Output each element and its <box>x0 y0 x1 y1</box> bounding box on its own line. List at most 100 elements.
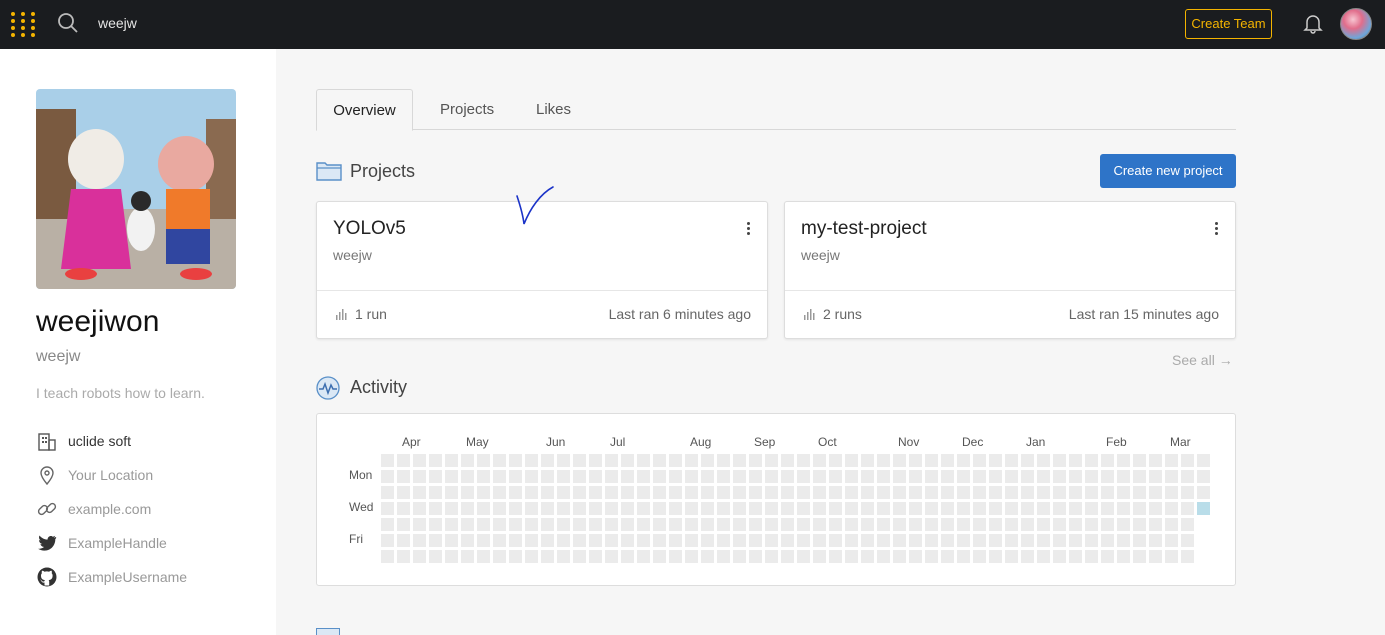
activity-cell <box>1037 534 1050 547</box>
activity-cell <box>653 550 666 563</box>
next-section-icon <box>316 628 340 635</box>
see-all-projects-link[interactable]: See all → <box>1172 352 1233 368</box>
project-runs: 2 runs <box>803 306 862 322</box>
activity-cell <box>1021 534 1034 547</box>
profile-website-row[interactable]: example.com <box>36 497 151 521</box>
activity-cell <box>845 486 858 499</box>
activity-cell <box>653 486 666 499</box>
activity-cell <box>845 454 858 467</box>
profile-website-link[interactable]: example.com <box>68 501 151 517</box>
activity-cell <box>781 534 794 547</box>
activity-cell <box>1053 502 1066 515</box>
kebab-menu-icon[interactable] <box>1213 222 1219 238</box>
activity-cell <box>989 534 1002 547</box>
activity-cell <box>1037 550 1050 563</box>
activity-cell <box>493 454 506 467</box>
activity-cell <box>733 470 746 483</box>
activity-cell <box>861 550 874 563</box>
activity-cell <box>605 518 618 531</box>
activity-cell <box>445 470 458 483</box>
user-avatar[interactable] <box>1340 8 1372 40</box>
activity-cell <box>765 486 778 499</box>
activity-cell <box>1149 486 1162 499</box>
activity-cell <box>685 550 698 563</box>
profile-twitter-row[interactable]: ExampleHandle <box>36 531 167 555</box>
activity-cell <box>1021 454 1034 467</box>
activity-cell <box>1101 454 1114 467</box>
month-label: Apr <box>402 435 421 449</box>
search-input[interactable]: weejw <box>98 15 137 31</box>
profile-location: Your Location <box>68 467 154 483</box>
activity-cell <box>973 486 986 499</box>
projects-section-title: Projects <box>350 161 416 181</box>
search-icon[interactable] <box>57 12 79 34</box>
activity-cell <box>685 454 698 467</box>
activity-cell <box>957 518 970 531</box>
profile-twitter-link[interactable]: ExampleHandle <box>68 535 167 551</box>
activity-cell <box>701 550 714 563</box>
activity-cell <box>461 486 474 499</box>
project-runs-count: 1 run <box>355 306 387 322</box>
profile-github-row[interactable]: ExampleUsername <box>36 565 187 589</box>
activity-cell <box>1085 534 1098 547</box>
activity-cell <box>781 486 794 499</box>
activity-cell <box>717 502 730 515</box>
activity-cell <box>1085 454 1098 467</box>
activity-cell <box>509 550 522 563</box>
activity-cell <box>1085 486 1098 499</box>
activity-cell <box>941 454 954 467</box>
month-label: Feb <box>1106 435 1127 449</box>
activity-cell <box>845 470 858 483</box>
activity-cell <box>429 518 442 531</box>
activity-cell <box>669 486 682 499</box>
tab-projects[interactable]: Projects <box>440 89 494 130</box>
activity-cell <box>669 502 682 515</box>
activity-cell <box>685 502 698 515</box>
activity-cell <box>893 550 906 563</box>
activity-cell <box>973 470 986 483</box>
activity-cell <box>589 470 602 483</box>
profile-sidebar: weejiwon weejw I teach robots how to lea… <box>0 49 276 635</box>
month-label: Aug <box>690 435 712 449</box>
activity-cell <box>1021 502 1034 515</box>
activity-cell <box>845 534 858 547</box>
activity-cell <box>621 518 634 531</box>
kebab-menu-icon[interactable] <box>745 222 751 238</box>
project-title[interactable]: YOLOv5 <box>333 218 406 240</box>
activity-cell <box>957 486 970 499</box>
project-card-my-test-project[interactable]: my-test-project weejw 2 runs Last ran 15… <box>784 201 1236 339</box>
app-logo-icon[interactable] <box>10 11 36 37</box>
tab-likes[interactable]: Likes <box>536 89 571 130</box>
activity-cell <box>477 454 490 467</box>
month-label: Oct <box>818 435 837 449</box>
activity-cell <box>589 534 602 547</box>
activity-cell <box>861 534 874 547</box>
activity-cell <box>925 486 938 499</box>
create-team-button[interactable]: Create Team <box>1185 9 1272 39</box>
activity-cell <box>717 534 730 547</box>
create-new-project-button[interactable]: Create new project <box>1100 154 1236 188</box>
activity-cell <box>1101 486 1114 499</box>
activity-cell <box>941 534 954 547</box>
activity-cell <box>589 486 602 499</box>
activity-cell <box>925 518 938 531</box>
activity-cell <box>941 550 954 563</box>
checkmark-annotation-icon <box>516 186 554 225</box>
project-title[interactable]: my-test-project <box>801 218 927 240</box>
activity-cell <box>1165 550 1178 563</box>
month-label: Sep <box>754 435 776 449</box>
activity-cell <box>1021 486 1034 499</box>
activity-cell <box>1021 518 1034 531</box>
folder-icon <box>316 162 342 181</box>
profile-display-name: weejiwon <box>36 305 160 338</box>
activity-cell <box>669 550 682 563</box>
activity-cell <box>1165 486 1178 499</box>
tab-overview[interactable]: Overview <box>316 89 413 131</box>
profile-location-row: Your Location <box>36 463 153 487</box>
profile-github-link[interactable]: ExampleUsername <box>68 569 187 585</box>
bell-icon[interactable] <box>1302 12 1324 34</box>
activity-cell <box>893 486 906 499</box>
bar-chart-icon <box>804 309 815 320</box>
activity-cell <box>1117 518 1130 531</box>
activity-cell <box>573 534 586 547</box>
